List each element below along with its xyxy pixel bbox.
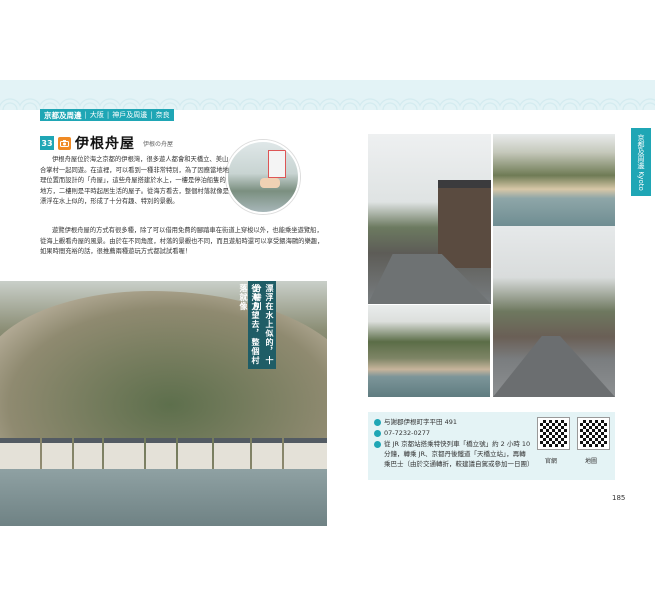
circle-photo-sign bbox=[226, 140, 300, 214]
funaya-village-photo bbox=[0, 281, 327, 526]
side-tab: 京都及周邊 Kyoto bbox=[631, 128, 651, 196]
info-access: 從 JR 京都站搭乘特快列車「橋立號」約 2 小時 10 分鐘，轉乘 JR、京都… bbox=[374, 439, 534, 469]
road-photo bbox=[493, 226, 615, 397]
page-title: 伊根舟屋 bbox=[75, 136, 135, 152]
qr-website[interactable] bbox=[537, 417, 570, 450]
breadcrumb-item: 奈良 bbox=[155, 111, 170, 119]
street-photo bbox=[368, 134, 491, 304]
info-address: 与謝郡伊根町字平田 491 bbox=[374, 417, 534, 427]
breadcrumb-main: 京都及周邊 bbox=[44, 110, 82, 120]
bay-photo bbox=[493, 134, 615, 226]
qr-map[interactable] bbox=[577, 417, 610, 450]
breadcrumb-item: 神戶及周邊 bbox=[112, 111, 148, 119]
section-title-row: 33 伊根舟屋 伊根の舟屋 bbox=[40, 133, 173, 153]
paragraph-intro: 伊根舟屋位於海之京都的伊根灣，很多遊人都會和天橋立、美山合掌村一起同遊。在這裡，… bbox=[40, 156, 229, 206]
qr-label-map: 地圖 bbox=[584, 458, 597, 465]
shoreline-photo bbox=[368, 305, 490, 397]
page-number: 185 bbox=[612, 494, 626, 502]
paragraph-tour: 遊覽伊根舟屋的方式有很多種，除了可以借用免費的腳踏車在街道上穿梭以外，也能乘坐遊… bbox=[40, 227, 324, 256]
page-subtitle: 伊根の舟屋 bbox=[143, 140, 174, 148]
train-icon bbox=[374, 440, 381, 448]
qr-label-website: 官網 bbox=[544, 458, 557, 465]
breadcrumb-item: 大阪 bbox=[89, 111, 104, 119]
location-icon bbox=[374, 418, 381, 426]
info-box: 与謝郡伊根町字平田 491 07-7232-0277 從 JR 京都站搭乘特快列… bbox=[368, 412, 615, 480]
section-number-badge: 33 bbox=[40, 136, 54, 150]
photo-caption-line-2: 漂浮在水上似的，十分特別 bbox=[253, 281, 276, 369]
camera-icon bbox=[58, 136, 71, 150]
breadcrumb: 京都及周邊 | 大阪 | 神戶及周邊 | 奈良 bbox=[40, 109, 174, 121]
phone-icon bbox=[374, 429, 381, 437]
info-phone: 07-7232-0277 bbox=[374, 428, 534, 438]
header-wave-band bbox=[0, 80, 655, 110]
